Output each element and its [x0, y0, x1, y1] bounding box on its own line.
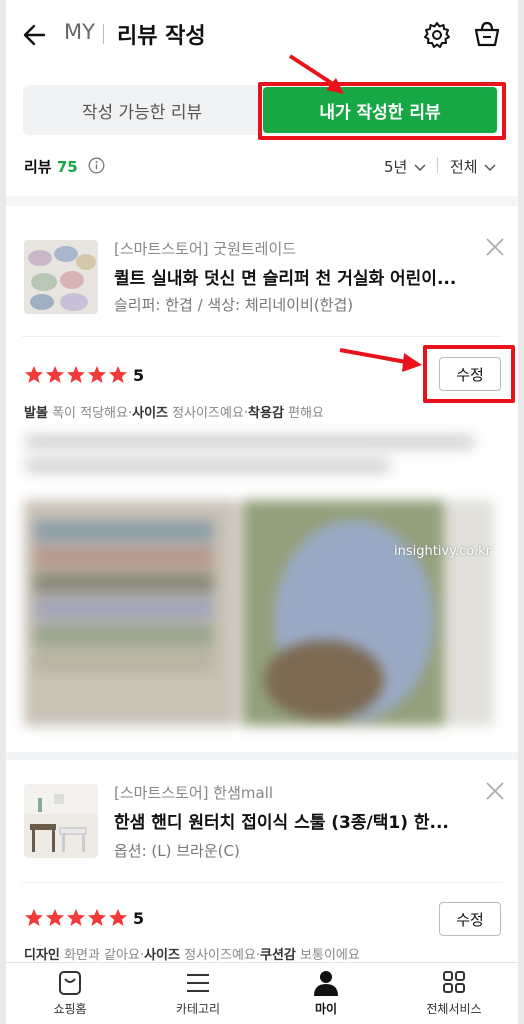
star-icon [109, 909, 127, 926]
shopping-home-icon [59, 971, 81, 995]
review-count-number: 75 [56, 158, 78, 176]
close-icon[interactable] [484, 236, 506, 258]
scope-filter-label: 전체 [450, 158, 478, 176]
star-icon [88, 366, 106, 383]
nav-label: 쇼핑홈 [53, 1002, 87, 1016]
page-title: 리뷰 작성 [117, 24, 206, 49]
nav-label: 전체서비스 [426, 1002, 482, 1016]
watermark: insightivy.co.kr [394, 544, 491, 559]
star-rating [24, 908, 128, 928]
eval-key: 사이즈 [132, 406, 168, 421]
eval-key: 쿠션감 [260, 948, 296, 963]
grid-icon [443, 971, 465, 993]
eval-key: 발볼 [24, 406, 48, 421]
review-evaluation: 디자인 화면과 같아요·사이즈 정사이즈예요·쿠션감 보통이에요 [24, 948, 360, 963]
card-gap [6, 752, 518, 760]
filter-divider [437, 157, 438, 173]
period-filter-label: 5년 [384, 158, 408, 176]
chevron-down-icon [484, 164, 496, 172]
bottom-navigation: 쇼핑홈 카테고리 마이 전체서비스 [6, 962, 518, 1024]
eval-value: 폭이 적당해요 [52, 406, 128, 421]
eval-value: 편해요 [288, 406, 324, 421]
star-icon [46, 366, 64, 383]
top-header: MY 리뷰 작성 [6, 0, 518, 70]
review-photo[interactable] [24, 500, 494, 726]
product-name[interactable]: 한샘 핸디 원터치 접이식 스툴 (3종/택1) 한... [114, 808, 474, 833]
star-icon [109, 366, 127, 383]
eval-key: 착용감 [248, 406, 284, 421]
review-body-text [24, 436, 494, 496]
back-arrow-icon[interactable] [20, 20, 50, 50]
star-icon [88, 909, 106, 926]
product-thumbnail[interactable] [24, 240, 98, 314]
rating-value: 5 [133, 909, 145, 928]
info-icon[interactable] [88, 157, 105, 174]
menu-icon [187, 974, 209, 992]
review-count-label: 리뷰 [24, 158, 52, 176]
eval-key: 사이즈 [144, 948, 180, 963]
edit-review-button[interactable]: 수정 [439, 902, 501, 936]
star-icon [67, 909, 85, 926]
eval-value: 정사이즈예요 [172, 406, 244, 421]
annotation-arrow-icon [339, 348, 422, 372]
period-filter[interactable]: 5년 [384, 156, 426, 177]
shopping-bag-icon[interactable] [472, 19, 502, 49]
product-option: 옵션: (L) 브라운(C) [114, 842, 240, 860]
header-divider [103, 24, 104, 44]
chevron-down-icon [414, 164, 426, 172]
eval-value: 정사이즈예요 [184, 948, 256, 963]
store-name[interactable]: [스마트스토어] 굿원트레이드 [114, 238, 296, 259]
annotation-arrow-icon [288, 54, 344, 94]
eval-value: 화면과 같아요 [64, 948, 140, 963]
section-gap [6, 196, 518, 206]
close-icon[interactable] [484, 780, 506, 802]
card-divider [22, 882, 502, 883]
person-icon [314, 971, 338, 996]
nav-label: 카테고리 [175, 1002, 221, 1016]
gear-icon[interactable] [422, 20, 452, 50]
nav-label: 마이 [314, 1002, 338, 1016]
annotation-highlight-box [423, 345, 515, 403]
nav-my[interactable]: 마이 [262, 963, 390, 1024]
star-rating [24, 365, 128, 385]
review-count: 리뷰 75 [24, 156, 78, 177]
nav-category[interactable]: 카테고리 [134, 963, 262, 1024]
review-evaluation: 발볼 폭이 적당해요·사이즈 정사이즈예요·착용감 편해요 [24, 406, 324, 421]
product-name[interactable]: 퀼트 실내화 덧신 면 슬리퍼 천 거실화 어린이... [114, 264, 484, 289]
product-option: 슬리퍼: 한겹 / 색상: 체리네이비(한겹) [114, 296, 354, 314]
app-frame: MY 리뷰 작성 작성 가능한 리뷰 내가 작성한 리뷰 리뷰 75 5년 전체… [6, 0, 518, 1024]
nav-all-services[interactable]: 전체서비스 [390, 963, 518, 1024]
eval-key: 디자인 [24, 948, 60, 963]
eval-value: 보통이에요 [300, 948, 360, 963]
product-thumbnail[interactable] [24, 784, 98, 858]
star-icon [46, 909, 64, 926]
store-name[interactable]: [스마트스토어] 한샘mall [114, 782, 273, 803]
my-breadcrumb[interactable]: MY [64, 20, 95, 44]
tab-available-reviews[interactable]: 작성 가능한 리뷰 [23, 85, 261, 135]
star-icon [25, 366, 43, 383]
star-icon [25, 909, 43, 926]
rating-value: 5 [133, 366, 145, 385]
nav-shopping-home[interactable]: 쇼핑홈 [6, 963, 134, 1024]
card-divider [22, 336, 502, 337]
star-icon [67, 366, 85, 383]
scope-filter[interactable]: 전체 [450, 156, 496, 177]
